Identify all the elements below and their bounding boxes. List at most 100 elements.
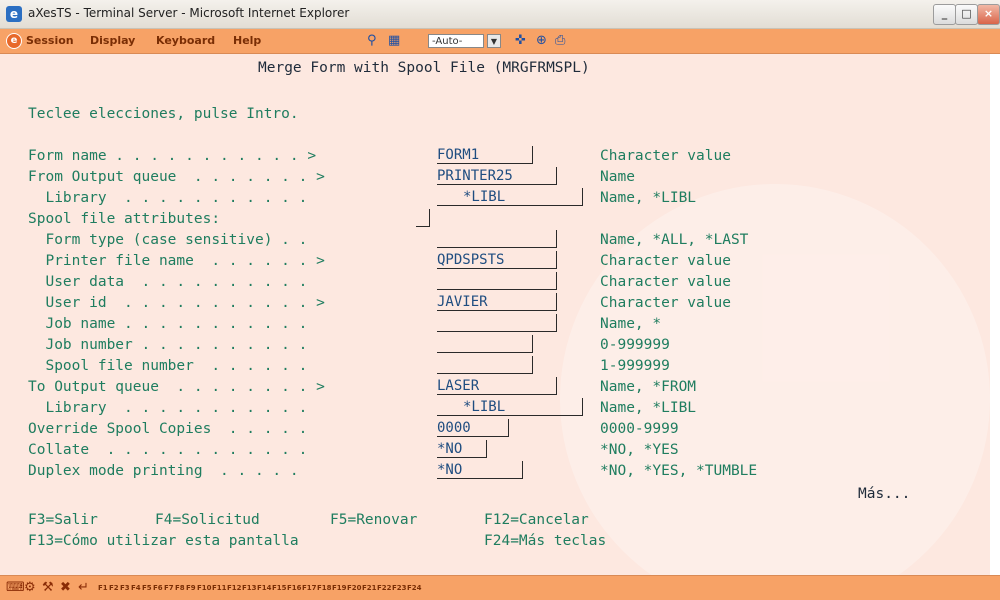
- menu-help[interactable]: Help: [233, 34, 261, 47]
- refresh-icon[interactable]: ✜: [515, 33, 526, 48]
- row-hint-spool-file-number: 1-999999: [600, 358, 670, 374]
- fkey-button-f8[interactable]: F8: [175, 584, 185, 592]
- user-data-field[interactable]: [437, 272, 557, 290]
- terminal-screen: Merge Form with Spool File (MRGFRMSPL) T…: [0, 54, 990, 575]
- close-button[interactable]: ×: [977, 4, 1000, 25]
- fkey-button-f10[interactable]: F10: [197, 584, 212, 592]
- fkey-button-f21[interactable]: F21: [362, 584, 377, 592]
- fkey-f24[interactable]: F24=Más teclas: [484, 531, 606, 551]
- screen-title: Merge Form with Spool File (MRGFRMSPL): [258, 60, 590, 76]
- row-hint-printer-file-name: Character value: [600, 253, 731, 269]
- spool-attributes-field[interactable]: [416, 209, 430, 227]
- keyboard-icon[interactable]: ⌨: [6, 581, 25, 595]
- fkey-f5[interactable]: F5=Renovar: [330, 510, 417, 530]
- row-label-collate: Collate . . . . . . . . . . . .: [28, 442, 308, 458]
- fkey-button-f6[interactable]: F6: [153, 584, 163, 592]
- fkey-button-f13[interactable]: F13: [242, 584, 257, 592]
- instruction-text: Teclee elecciones, pulse Intro.: [28, 106, 299, 122]
- fkey-button-f16[interactable]: F16: [287, 584, 302, 592]
- fkey-button-f1[interactable]: F1: [98, 584, 108, 592]
- row-hint-user-id: Character value: [600, 295, 731, 311]
- font-size-select[interactable]: -Auto-: [428, 34, 484, 48]
- fkey-button-f19[interactable]: F19: [332, 584, 347, 592]
- menu-session[interactable]: Session: [26, 34, 74, 47]
- collate-field[interactable]: *NO: [437, 440, 487, 458]
- row-label-from-output-queue: From Output queue . . . . . . . >: [28, 169, 325, 185]
- settings-icon[interactable]: ⚙: [24, 581, 36, 595]
- fkey-button-f7[interactable]: F7: [164, 584, 174, 592]
- fkey-button-f24[interactable]: F24: [407, 584, 422, 592]
- row-hint-to-library: Name, *LIBL: [600, 400, 697, 416]
- row-label-user-id: User id . . . . . . . . . . . >: [28, 295, 325, 311]
- row-hint-form-type: Name, *ALL, *LAST: [600, 232, 749, 248]
- override-copies-field[interactable]: 0000: [437, 419, 509, 437]
- fkey-button-f3[interactable]: F3: [120, 584, 130, 592]
- fkey-f4[interactable]: F4=Solicitud: [155, 510, 260, 530]
- row-hint-to-output-queue: Name, *FROM: [600, 379, 697, 395]
- fkey-button-f4[interactable]: F4: [131, 584, 141, 592]
- fkey-button-f5[interactable]: F5: [142, 584, 152, 592]
- maximize-button[interactable]: □: [955, 4, 978, 25]
- from-output-queue-field[interactable]: PRINTER25: [437, 167, 557, 185]
- fkey-button-f14[interactable]: F14: [257, 584, 272, 592]
- row-label-duplex: Duplex mode printing . . . . .: [28, 463, 299, 479]
- fkey-button-f23[interactable]: F23: [392, 584, 407, 592]
- toolbar: e Session Display Keyboard Help ⚲ ▦ -Aut…: [0, 29, 1000, 54]
- fkey-button-f20[interactable]: F20: [347, 584, 362, 592]
- title-bar: e aXesTS - Terminal Server - Microsoft I…: [0, 0, 1000, 29]
- window-title: aXesTS - Terminal Server - Microsoft Int…: [28, 6, 350, 20]
- fkey-f12[interactable]: F12=Cancelar: [484, 510, 589, 530]
- print-icon[interactable]: ⎙: [555, 33, 565, 48]
- browser-window: e aXesTS - Terminal Server - Microsoft I…: [0, 0, 1000, 600]
- grid-icon[interactable]: ▦: [388, 33, 400, 48]
- fkey-button-f2[interactable]: F2: [109, 584, 119, 592]
- fkey-button-f17[interactable]: F17: [302, 584, 317, 592]
- printer-file-name-field[interactable]: QPDSPSTS: [437, 251, 557, 269]
- row-hint-user-data: Character value: [600, 274, 731, 290]
- to-output-queue-field[interactable]: LASER: [437, 377, 557, 395]
- duplex-field[interactable]: *NO: [437, 461, 523, 479]
- ie-app-icon: e: [6, 6, 22, 22]
- row-hint-override-copies: 0000-9999: [600, 421, 679, 437]
- find-icon[interactable]: ⚲: [367, 33, 377, 48]
- fkey-button-f22[interactable]: F22: [377, 584, 392, 592]
- row-hint-duplex: *NO, *YES, *TUMBLE: [600, 463, 758, 479]
- row-label-to-library: Library . . . . . . . . . . .: [28, 400, 308, 416]
- job-number-field[interactable]: [437, 335, 533, 353]
- tools-icon[interactable]: ⚒: [42, 581, 54, 595]
- row-label-from-library: Library . . . . . . . . . . .: [28, 190, 308, 206]
- row-hint-from-library: Name, *LIBL: [600, 190, 697, 206]
- row-label-spool-attributes: Spool file attributes:: [28, 211, 221, 227]
- row-label-printer-file-name: Printer file name . . . . . . >: [28, 253, 325, 269]
- fkey-button-f11[interactable]: F11: [212, 584, 227, 592]
- row-hint-job-number: 0-999999: [600, 337, 670, 353]
- row-label-form-name: Form name . . . . . . . . . . . >: [28, 148, 317, 164]
- user-id-field[interactable]: JAVIER: [437, 293, 557, 311]
- minimize-button[interactable]: _: [933, 4, 956, 25]
- spool-file-number-field[interactable]: [437, 356, 533, 374]
- fkey-f3[interactable]: F3=Salir: [28, 510, 98, 530]
- row-label-job-number: Job number . . . . . . . . . .: [28, 337, 308, 353]
- fkey-button-f9[interactable]: F9: [186, 584, 196, 592]
- form-type-field[interactable]: [437, 230, 557, 248]
- row-label-job-name: Job name . . . . . . . . . . .: [28, 316, 308, 332]
- menu-display[interactable]: Display: [90, 34, 135, 47]
- row-label-form-type: Form type (case sensitive) . .: [28, 232, 308, 248]
- enter-icon[interactable]: ↵: [78, 581, 89, 595]
- chevron-down-icon[interactable]: ▼: [487, 34, 501, 48]
- fkey-button-f15[interactable]: F15: [272, 584, 287, 592]
- form-name-field[interactable]: FORM1: [437, 146, 533, 164]
- fkey-button-f18[interactable]: F18: [317, 584, 332, 592]
- row-hint-from-output-queue: Name: [600, 169, 635, 185]
- row-label-override-copies: Override Spool Copies . . . . .: [28, 421, 308, 437]
- zoom-icon[interactable]: ⊕: [536, 33, 547, 48]
- row-label-to-output-queue: To Output queue . . . . . . . . >: [28, 379, 325, 395]
- to-library-field[interactable]: *LIBL: [437, 398, 583, 416]
- job-name-field[interactable]: [437, 314, 557, 332]
- fkey-f13[interactable]: F13=Cómo utilizar esta pantalla: [28, 531, 299, 551]
- fkey-button-f12[interactable]: F12: [227, 584, 242, 592]
- session-icon[interactable]: e: [6, 33, 22, 49]
- close-session-icon[interactable]: ✖: [60, 581, 71, 595]
- from-library-field[interactable]: *LIBL: [437, 188, 583, 206]
- menu-keyboard[interactable]: Keyboard: [156, 34, 215, 47]
